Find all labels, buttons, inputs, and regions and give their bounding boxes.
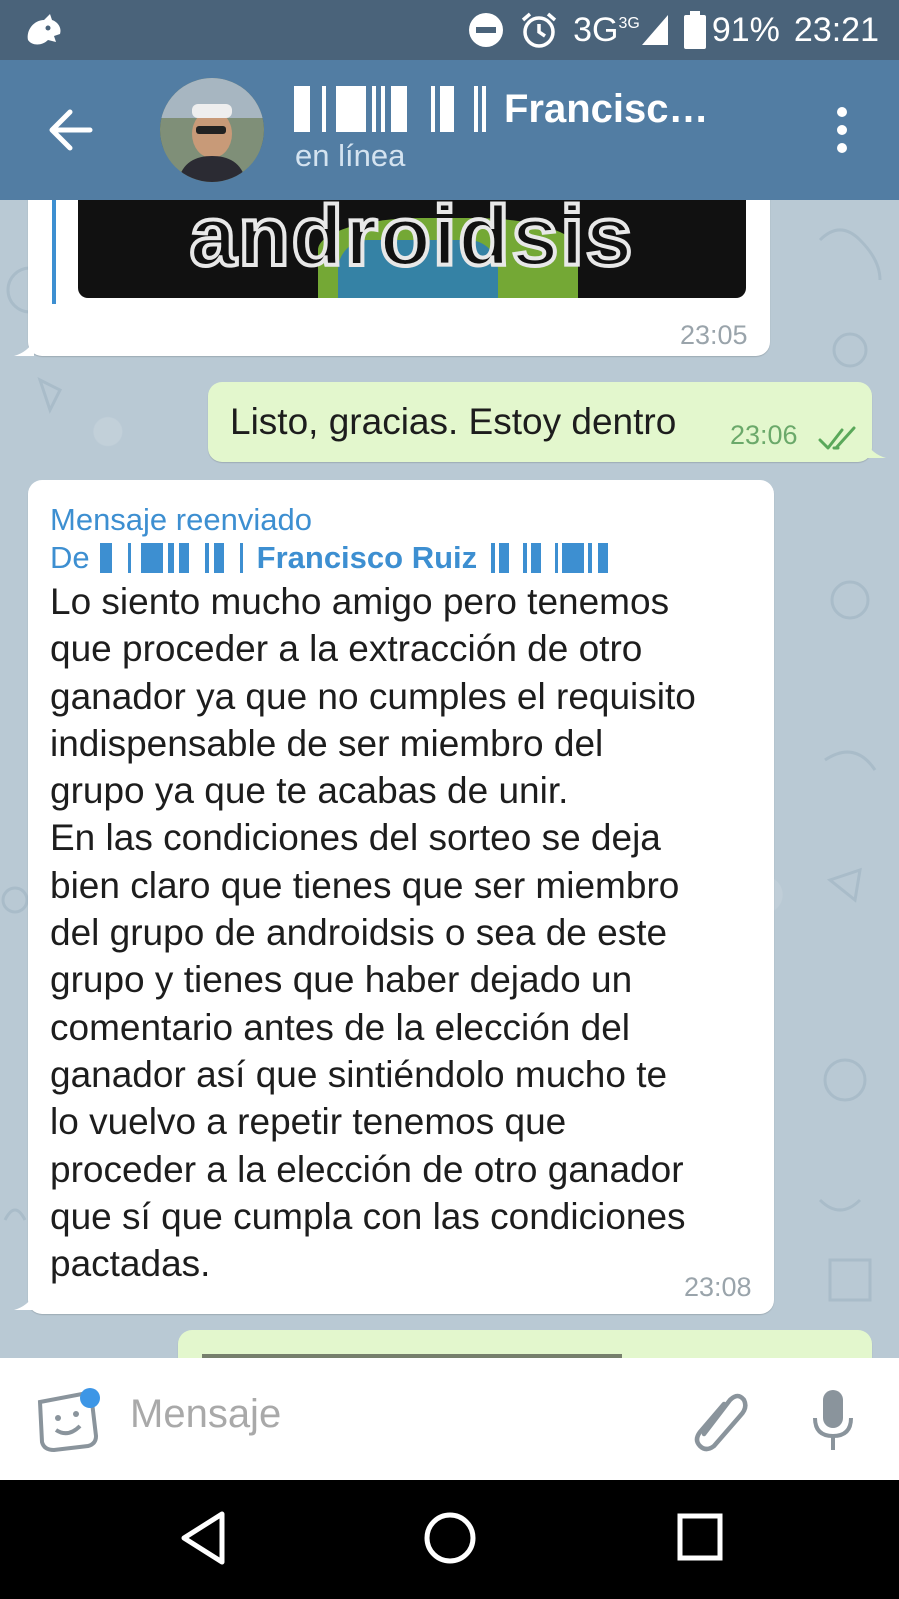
link-preview-image[interactable]: androidsis <box>78 200 746 298</box>
forwarded-from-prefix: De <box>50 540 90 575</box>
attach-button[interactable] <box>690 1386 750 1452</box>
message-time: 23:05 <box>680 320 748 350</box>
image-caption-text: androidsis <box>188 200 635 285</box>
nav-home-button[interactable] <box>422 1510 478 1566</box>
outgoing-message-bubble-partial[interactable] <box>178 1330 872 1358</box>
voice-record-button[interactable] <box>810 1388 856 1454</box>
forwarded-from[interactable]: De Francisco Ruiz <box>50 540 609 576</box>
microphone-icon <box>813 1390 853 1450</box>
message-time: 23:08 <box>684 1272 752 1302</box>
forwarded-label: Mensaje reenviado <box>50 502 312 537</box>
nav-recents-button[interactable] <box>676 1512 724 1564</box>
back-button[interactable] <box>40 100 100 160</box>
more-options-button[interactable] <box>822 100 862 160</box>
circle-home-icon <box>424 1512 476 1564</box>
chat-header: Francisc… en línea <box>0 60 899 200</box>
app-notification-icon <box>22 10 66 50</box>
message-time: 23:06 <box>730 420 798 450</box>
message-input[interactable]: Mensaje <box>130 1392 281 1437</box>
image-message-bubble[interactable]: androidsis 23:05 <box>28 200 770 356</box>
more-vertical-icon <box>837 107 847 153</box>
forwarded-from-name: Francisco Ruiz <box>256 540 478 575</box>
battery-percent: 91% <box>711 10 780 49</box>
back-arrow-icon <box>49 109 93 151</box>
system-navigation-bar <box>0 1480 899 1599</box>
triangle-back-icon <box>181 1511 225 1565</box>
sticker-button[interactable] <box>34 1388 100 1454</box>
chat-title-text: Francisc… <box>504 86 709 131</box>
composer: Mensaje <box>0 1358 899 1480</box>
reply-quote-bar <box>52 200 56 304</box>
battery-icon <box>683 11 706 49</box>
avatar[interactable] <box>160 78 264 182</box>
message-text: Listo, gracias. Estoy dentro <box>230 401 677 442</box>
sticker-icon <box>37 1388 100 1453</box>
nav-back-button[interactable] <box>178 1510 228 1566</box>
message-text: Lo siento mucho amigo pero tenemos que p… <box>50 581 696 1285</box>
clock: 23:21 <box>793 10 879 49</box>
bubble-tail <box>14 340 34 356</box>
paperclip-icon <box>694 1393 748 1452</box>
status-bar: 3G 3G 91% 23:21 <box>0 0 899 60</box>
chat-title[interactable]: Francisc… <box>294 82 774 136</box>
bubble-tail <box>14 1294 34 1310</box>
square-recents-icon <box>677 1513 723 1561</box>
do-not-disturb-icon <box>467 11 505 49</box>
bubble-tail <box>866 442 886 458</box>
outgoing-message-bubble[interactable]: Listo, gracias. Estoy dentro 23:06 <box>208 382 872 462</box>
signal-icon <box>640 13 670 47</box>
message-list[interactable]: androidsis 23:05 Listo, gracias. Estoy d… <box>0 200 899 1358</box>
alarm-icon <box>519 10 559 50</box>
read-double-check-icon <box>818 426 856 450</box>
forwarded-message-bubble[interactable]: Mensaje reenviado De Francisco Ruiz Lo s… <box>28 480 774 1314</box>
online-status: en línea <box>295 138 406 173</box>
network-type: 3G 3G <box>573 10 640 49</box>
